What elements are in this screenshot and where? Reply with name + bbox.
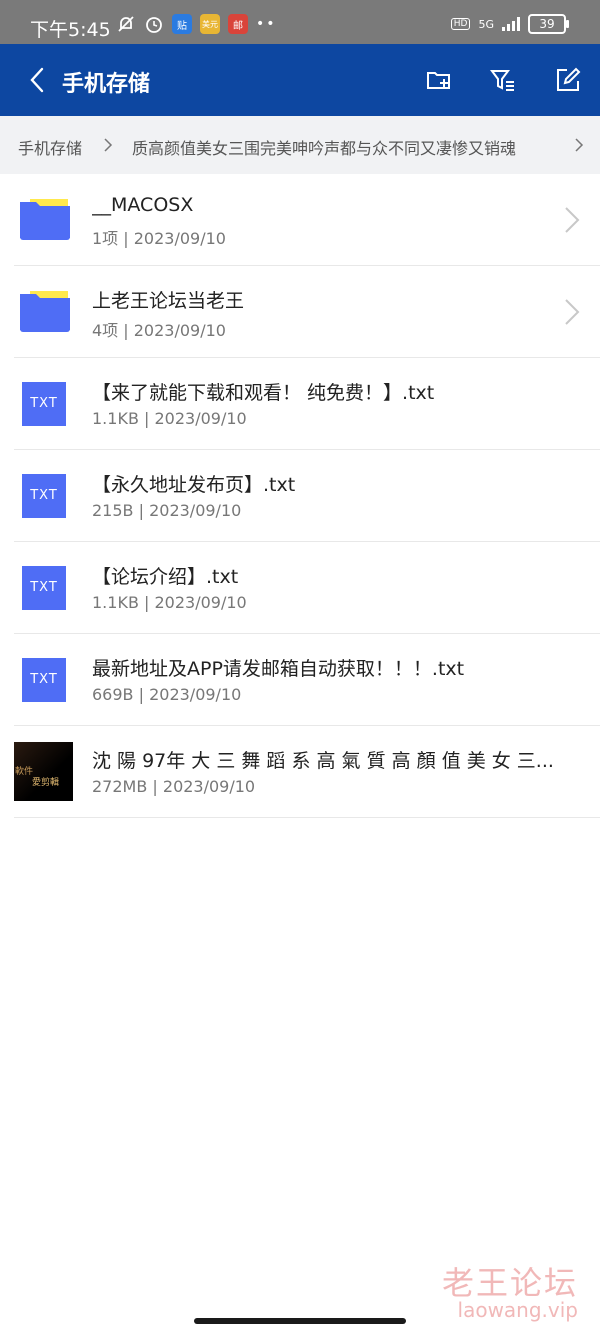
hd-icon: HD bbox=[450, 18, 471, 30]
file-meta: 215B | 2023/09/10 bbox=[92, 501, 242, 520]
txt-file-icon: TXT bbox=[22, 566, 66, 610]
meiyuan-app-icon: 美元 bbox=[200, 14, 220, 34]
thumbnail-text: 軟件 bbox=[15, 767, 34, 777]
tieba-app-icon: 贴 bbox=[172, 14, 192, 34]
file-name: 【来了就能下载和观看！ 纯免费！】.txt bbox=[92, 382, 435, 404]
txt-file-icon: TXT bbox=[22, 474, 66, 518]
file-name: 沈 陽 97年 大 三 舞 蹈 系 高 氣 質 高 顏 值 美 女 三... bbox=[92, 750, 554, 772]
list-item[interactable]: 軟件 愛剪輯 沈 陽 97年 大 三 舞 蹈 系 高 氣 質 高 顏 值 美 女… bbox=[14, 726, 600, 818]
list-item[interactable]: TXT 【来了就能下载和观看！ 纯免费！】.txt 1.1KB | 2023/0… bbox=[14, 358, 600, 450]
app-bar: 手机存储 bbox=[0, 44, 600, 116]
alarm-clock-icon bbox=[146, 17, 162, 33]
breadcrumb-root[interactable]: 手机存储 bbox=[18, 135, 82, 159]
list-item[interactable]: __MACOSX 1项 | 2023/09/10 bbox=[14, 174, 600, 266]
back-icon[interactable] bbox=[26, 66, 48, 94]
file-meta: 1.1KB | 2023/09/10 bbox=[92, 409, 247, 428]
filter-sort-icon[interactable] bbox=[489, 66, 517, 94]
page-title: 手机存储 bbox=[62, 72, 151, 97]
file-name: 上老王论坛当老王 bbox=[92, 290, 245, 312]
file-meta: 1项 | 2023/09/10 bbox=[92, 229, 226, 248]
silent-bell-icon bbox=[118, 16, 134, 32]
watermark-url: laowang.vip bbox=[457, 1298, 578, 1322]
file-meta: 1.1KB | 2023/09/10 bbox=[92, 593, 247, 612]
status-system-icons: HD 5G 39 bbox=[450, 14, 569, 34]
status-notification-icons: 贴 美元 邮 •• bbox=[116, 14, 277, 34]
breadcrumb-current[interactable]: 质高颜值美女三围完美呻吟声都与众不同又凄惨又销魂 bbox=[132, 135, 516, 159]
file-meta: 4项 | 2023/09/10 bbox=[92, 321, 226, 340]
file-list: __MACOSX 1项 | 2023/09/10 上老王论坛当老王 4项 | 2… bbox=[0, 174, 600, 818]
folder-icon bbox=[20, 199, 70, 240]
folder-icon bbox=[20, 291, 70, 332]
status-time: 下午5:45 bbox=[30, 19, 111, 41]
breadcrumb: 手机存储 质高颜值美女三围完美呻吟声都与众不同又凄惨又销魂 bbox=[0, 116, 600, 174]
new-folder-icon[interactable] bbox=[425, 66, 453, 94]
network-type: 5G bbox=[478, 17, 494, 31]
edit-icon[interactable] bbox=[554, 66, 582, 94]
chevron-right-icon bbox=[104, 138, 113, 152]
file-meta: 669B | 2023/09/10 bbox=[92, 685, 242, 704]
chevron-right-icon bbox=[575, 138, 584, 152]
list-item[interactable]: 上老王论坛当老王 4项 | 2023/09/10 bbox=[14, 266, 600, 358]
list-item[interactable]: TXT 【永久地址发布页】.txt 215B | 2023/09/10 bbox=[14, 450, 600, 542]
signal-icon bbox=[502, 17, 520, 31]
file-name: 【永久地址发布页】.txt bbox=[92, 474, 296, 496]
home-indicator[interactable] bbox=[194, 1318, 406, 1324]
thumbnail-text: 愛剪輯 bbox=[32, 778, 60, 788]
video-thumbnail: 軟件 愛剪輯 bbox=[14, 742, 73, 801]
file-meta: 272MB | 2023/09/10 bbox=[92, 777, 256, 796]
status-bar: 下午5:45 贴 美元 邮 •• HD 5G 39 bbox=[0, 0, 600, 44]
file-name: 【论坛介绍】.txt bbox=[92, 566, 239, 588]
chevron-right-icon bbox=[565, 207, 580, 233]
txt-file-icon: TXT bbox=[22, 382, 66, 426]
list-item[interactable]: TXT 最新地址及APP请发邮箱自动获取！！！.txt 669B | 2023/… bbox=[14, 634, 600, 726]
txt-file-icon: TXT bbox=[22, 658, 66, 702]
battery-level: 39 bbox=[539, 17, 555, 31]
file-name: 最新地址及APP请发邮箱自动获取！！！.txt bbox=[92, 658, 465, 680]
battery-icon: 39 bbox=[528, 14, 569, 34]
chevron-right-icon bbox=[565, 299, 580, 325]
file-name: __MACOSX bbox=[92, 194, 194, 216]
more-notifications-icon: •• bbox=[256, 16, 277, 32]
postal-app-icon: 邮 bbox=[228, 14, 248, 34]
list-item[interactable]: TXT 【论坛介绍】.txt 1.1KB | 2023/09/10 bbox=[14, 542, 600, 634]
